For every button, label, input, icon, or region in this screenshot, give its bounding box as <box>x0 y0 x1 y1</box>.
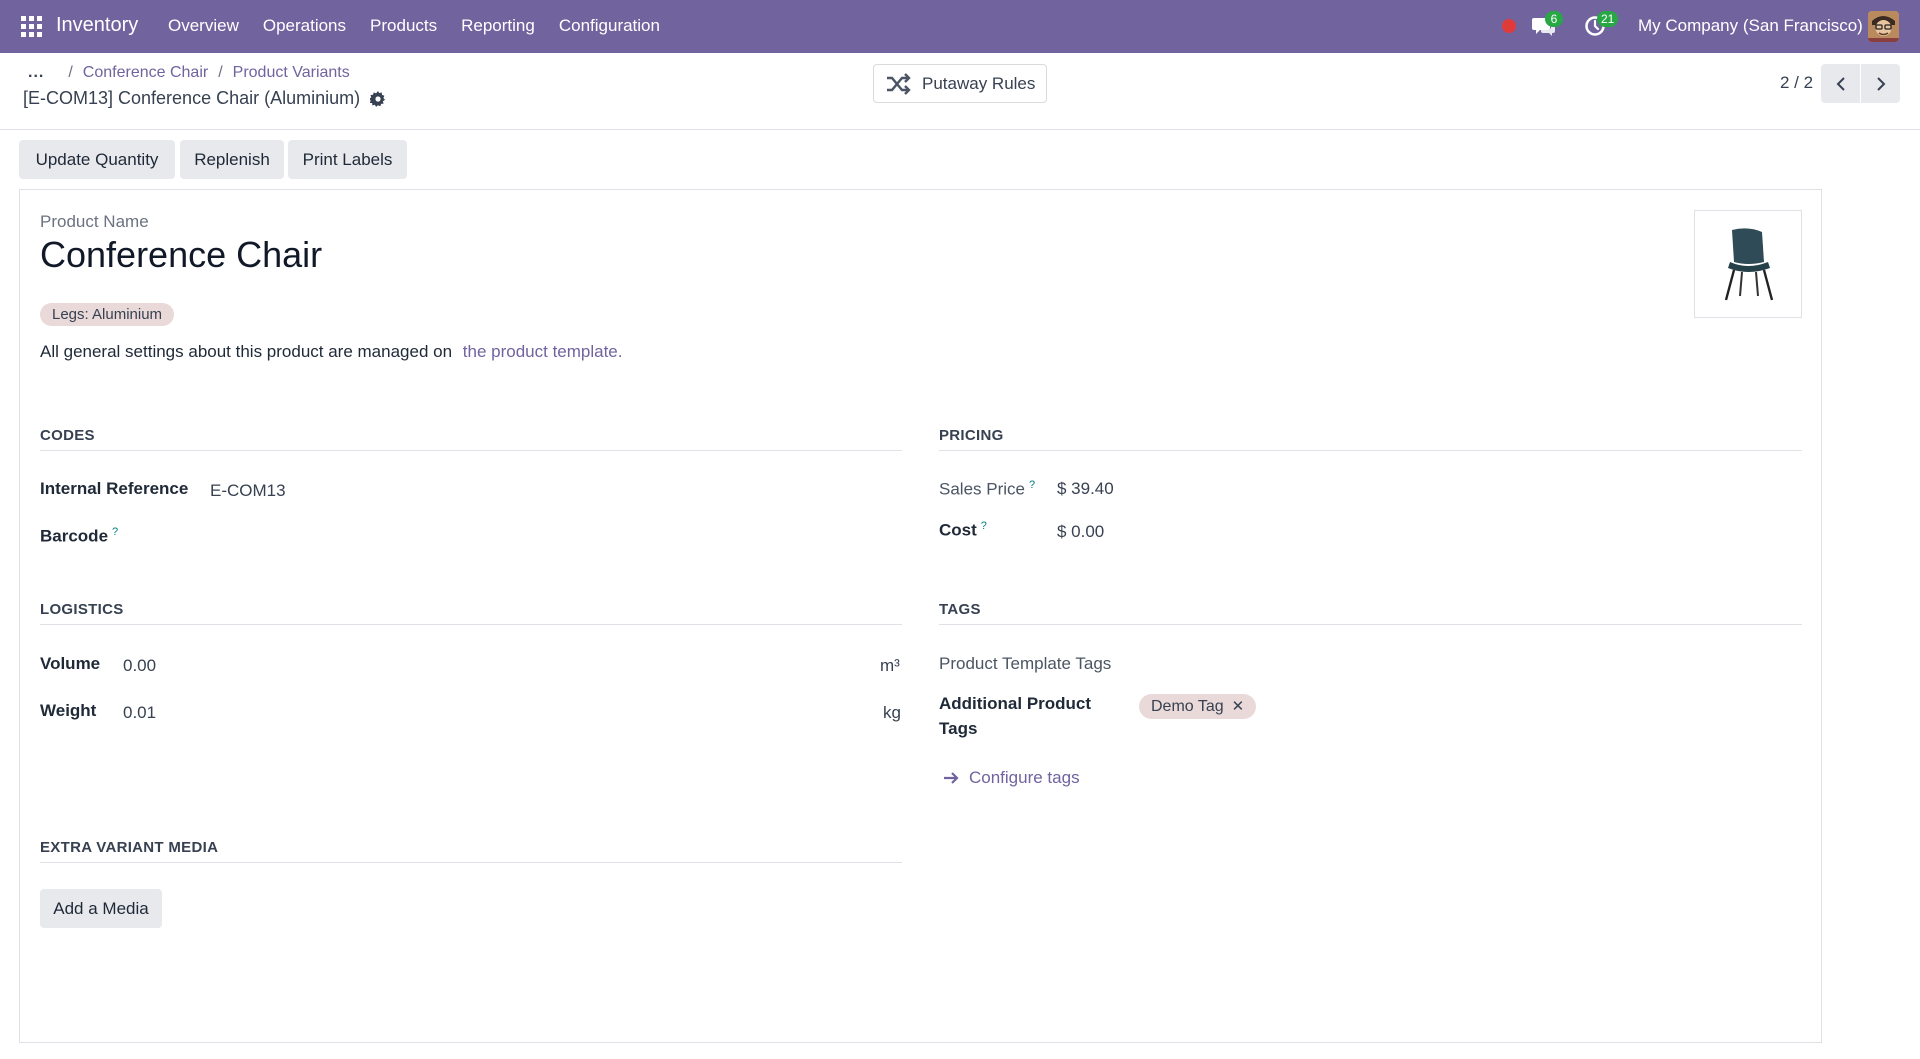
demo-tag-label: Demo Tag <box>1151 698 1224 715</box>
chevron-left-icon <box>1836 76 1845 91</box>
internal-reference-label: Internal Reference <box>40 479 189 498</box>
menu-overview[interactable]: Overview <box>168 16 239 36</box>
pager-previous-button[interactable] <box>1821 64 1860 103</box>
chair-image-icon <box>1724 228 1774 301</box>
control-panel: ... / Conference Chair / Product Variant… <box>0 53 1920 130</box>
breadcrumb-ellipsis[interactable]: ... <box>28 64 44 82</box>
weight-input[interactable]: 0.01 <box>123 703 156 723</box>
user-avatar[interactable] <box>1868 11 1899 42</box>
template-note-text: All general settings about this product … <box>40 342 453 361</box>
barcode-label: Barcode? <box>40 526 118 547</box>
menu-reporting[interactable]: Reporting <box>461 16 535 36</box>
putaway-rules-button[interactable]: Putaway Rules <box>873 64 1047 103</box>
user-avatar-icon <box>1868 11 1899 42</box>
volume-label: Volume <box>40 654 101 673</box>
update-quantity-button[interactable]: Update Quantity <box>19 140 175 179</box>
remove-tag-icon[interactable]: ✕ <box>1232 694 1245 719</box>
apps-grid-icon[interactable] <box>21 16 42 37</box>
shuffle-icon <box>887 72 911 95</box>
product-name-field[interactable]: Conference Chair <box>40 234 322 276</box>
additional-product-tags-label-line-1: Additional Product <box>939 694 1092 713</box>
top-navbar: Inventory Overview Operations Products R… <box>0 0 1920 53</box>
codes-section-title: CODES <box>40 427 902 451</box>
product-template-tags-label: Product Template Tags <box>939 654 1112 673</box>
cost-label: Cost? <box>939 520 987 541</box>
recording-dot-icon[interactable] <box>1502 19 1516 33</box>
add-media-button[interactable]: Add a Media <box>40 889 162 928</box>
breadcrumb-product-variants[interactable]: Product Variants <box>233 64 350 82</box>
chat-count-badge: 6 <box>1545 11 1563 27</box>
menu-products[interactable]: Products <box>370 16 437 36</box>
template-note: All general settings about this product … <box>40 342 623 362</box>
cost-help-icon[interactable]: ? <box>981 520 987 532</box>
app-name[interactable]: Inventory <box>56 14 138 37</box>
gear-icon[interactable] <box>370 90 386 107</box>
demo-tag-chip: Demo Tag ✕ <box>1139 694 1257 719</box>
product-name-label: Product Name <box>40 212 149 231</box>
barcode-label-text: Barcode <box>40 526 109 546</box>
weight-label: Weight <box>40 701 97 720</box>
product-template-link[interactable]: the product template. <box>463 342 623 361</box>
cost-input[interactable]: $ 0.00 <box>1057 522 1104 542</box>
configure-tags-label: Configure tags <box>969 768 1080 787</box>
menu-configuration[interactable]: Configuration <box>559 16 660 36</box>
pricing-section-title: PRICING <box>939 427 1802 451</box>
menu-operations[interactable]: Operations <box>263 16 346 36</box>
product-image[interactable] <box>1694 210 1802 318</box>
breadcrumb-separator: / <box>68 64 73 81</box>
chevron-right-icon <box>1876 76 1885 91</box>
breadcrumb: ... / Conference Chair / Product Variant… <box>28 64 350 82</box>
main-menu: Overview Operations Products Reporting C… <box>168 16 684 36</box>
breadcrumb-conference-chair[interactable]: Conference Chair <box>83 64 208 82</box>
internal-reference-input[interactable]: E-COM13 <box>210 481 286 501</box>
pager-value[interactable]: 2 / 2 <box>1780 73 1813 93</box>
sales-price-label: Sales Price? <box>939 479 1035 500</box>
logistics-section-title: LOGISTICS <box>40 601 902 625</box>
company-switcher[interactable]: My Company (San Francisco) <box>1638 16 1863 36</box>
configure-tags-link[interactable]: Configure tags <box>943 768 1080 788</box>
form-sheet: Product Name Conference Chair Legs: Alum… <box>19 189 1822 1043</box>
volume-input[interactable]: 0.00 <box>123 656 156 676</box>
weight-unit: kg <box>883 703 901 722</box>
replenish-button[interactable]: Replenish <box>180 140 284 179</box>
sales-price-help-icon[interactable]: ? <box>1029 479 1035 491</box>
arrow-right-icon <box>944 772 959 784</box>
extra-variant-media-section-title: EXTRA VARIANT MEDIA <box>40 839 902 863</box>
breadcrumb-separator: / <box>218 64 223 81</box>
tags-section-title: TAGS <box>939 601 1802 625</box>
additional-product-tags-label-line-2: Tags <box>939 719 978 738</box>
record-title: [E-COM13] Conference Chair (Aluminium) <box>23 88 386 109</box>
print-labels-button[interactable]: Print Labels <box>288 140 407 179</box>
sales-price-value: $ 39.40 <box>1057 479 1114 498</box>
cost-label-text: Cost <box>939 520 977 540</box>
pager-next-button[interactable] <box>1861 64 1900 103</box>
sales-price-label-text: Sales Price <box>939 479 1025 499</box>
barcode-help-icon[interactable]: ? <box>112 526 118 538</box>
activity-count-badge: 21 <box>1597 11 1619 27</box>
attribute-value-tag: Legs: Aluminium <box>40 303 175 326</box>
barcode-input[interactable] <box>210 526 870 548</box>
record-title-text: [E-COM13] Conference Chair (Aluminium) <box>23 88 361 108</box>
volume-unit: m³ <box>880 656 900 675</box>
putaway-rules-label: Putaway Rules <box>922 73 1036 93</box>
